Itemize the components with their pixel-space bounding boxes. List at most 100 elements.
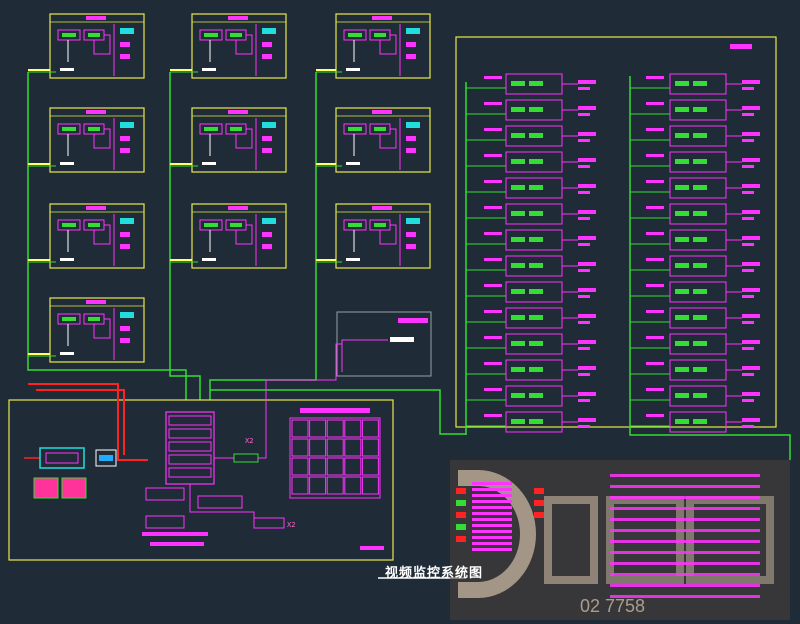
riser-label (484, 128, 502, 131)
camera-icon (406, 28, 420, 34)
legend-text-line (472, 494, 512, 497)
camera-icon (120, 312, 134, 318)
riser-port (693, 419, 707, 424)
riser-camera (578, 399, 590, 402)
panel-header-tag (86, 110, 106, 114)
riser-port (511, 211, 525, 216)
riser-camera (742, 210, 760, 214)
switch-port (62, 127, 76, 131)
riser-port (511, 393, 525, 398)
outdoor-wire (341, 339, 388, 372)
rack-unit (168, 454, 212, 465)
panel-tag (346, 68, 360, 71)
video-wall-screen (361, 419, 379, 438)
riser-label (646, 206, 664, 209)
riser-camera (742, 269, 754, 272)
riser-camera (578, 366, 596, 370)
riser-label (646, 102, 664, 105)
legend-text-line (610, 551, 760, 554)
floor-panel (335, 13, 431, 79)
camera-icon (120, 42, 130, 47)
riser-camera (742, 418, 760, 422)
battery (61, 477, 87, 499)
core-switch-rack (165, 411, 215, 485)
riser-camera (578, 425, 590, 428)
riser-port (675, 185, 689, 190)
legend-text-line (610, 518, 760, 521)
legend-text-line (472, 536, 512, 539)
panel-header-tag (228, 206, 248, 210)
riser-camera (742, 392, 760, 396)
panel-header-tag (86, 206, 106, 210)
riser-port (693, 211, 707, 216)
nvr-unit (145, 487, 185, 501)
riser-label (646, 128, 664, 131)
encoder-port (230, 223, 242, 227)
riser-label (646, 232, 664, 235)
riser-label (484, 258, 502, 261)
legend-symbol (534, 488, 544, 494)
video-wall-screen (326, 476, 344, 495)
riser-label (646, 388, 664, 391)
riser-camera (742, 106, 760, 110)
riser-camera (578, 262, 596, 266)
legend-text-line (610, 474, 760, 477)
main-bus (169, 268, 201, 400)
riser-camera (578, 392, 596, 396)
legend-text-line (472, 542, 512, 545)
camera-icon (120, 148, 130, 153)
riser-camera (742, 243, 754, 246)
riser-camera (578, 184, 596, 188)
riser-label (484, 154, 502, 157)
client-pc (253, 517, 285, 529)
riser-port (529, 133, 543, 138)
riser-camera (742, 314, 760, 318)
floor-panel-group-left (27, 13, 432, 400)
riser-camera (742, 295, 754, 298)
riser-port (511, 185, 525, 190)
riser-camera (578, 165, 590, 168)
panel-header-tag (86, 16, 106, 20)
riser-label (646, 180, 664, 183)
riser-camera (578, 288, 596, 292)
riser-port (529, 419, 543, 424)
legend-text-line (610, 573, 760, 576)
riser-label (484, 206, 502, 209)
legend-text-line (472, 530, 512, 533)
riser-label (484, 388, 502, 391)
camera-icon (406, 232, 416, 237)
camera-icon (406, 218, 420, 224)
riser-label (646, 154, 664, 157)
panel-tag (60, 162, 74, 165)
riser-label (646, 258, 664, 261)
video-wall-screen (291, 457, 309, 476)
riser-port (511, 237, 525, 242)
riser-port (511, 107, 525, 112)
riser-port (675, 315, 689, 320)
riser-port (675, 263, 689, 268)
riser-port (529, 367, 543, 372)
riser-port (511, 81, 525, 86)
riser-camera (742, 165, 754, 168)
riser-camera (742, 87, 754, 90)
legend-text-line (472, 506, 512, 509)
camera-icon (406, 122, 420, 128)
riser-label (484, 414, 502, 417)
camera-icon (262, 232, 272, 237)
riser-camera (578, 321, 590, 324)
riser-camera (578, 269, 590, 272)
panel-tag (60, 68, 74, 71)
riser-label (646, 414, 664, 417)
camera-icon (262, 148, 272, 153)
legend-symbol (534, 500, 544, 506)
floor-panel (191, 13, 287, 79)
main-bus (27, 362, 187, 400)
switch-port (348, 223, 362, 227)
riser-camera (742, 191, 754, 194)
encoder-port (88, 317, 100, 321)
legend-text-line (472, 488, 512, 491)
riser-camera (578, 236, 596, 240)
video-wall-screen (291, 419, 309, 438)
legend-text-line (610, 562, 760, 565)
riser-camera (578, 158, 596, 162)
